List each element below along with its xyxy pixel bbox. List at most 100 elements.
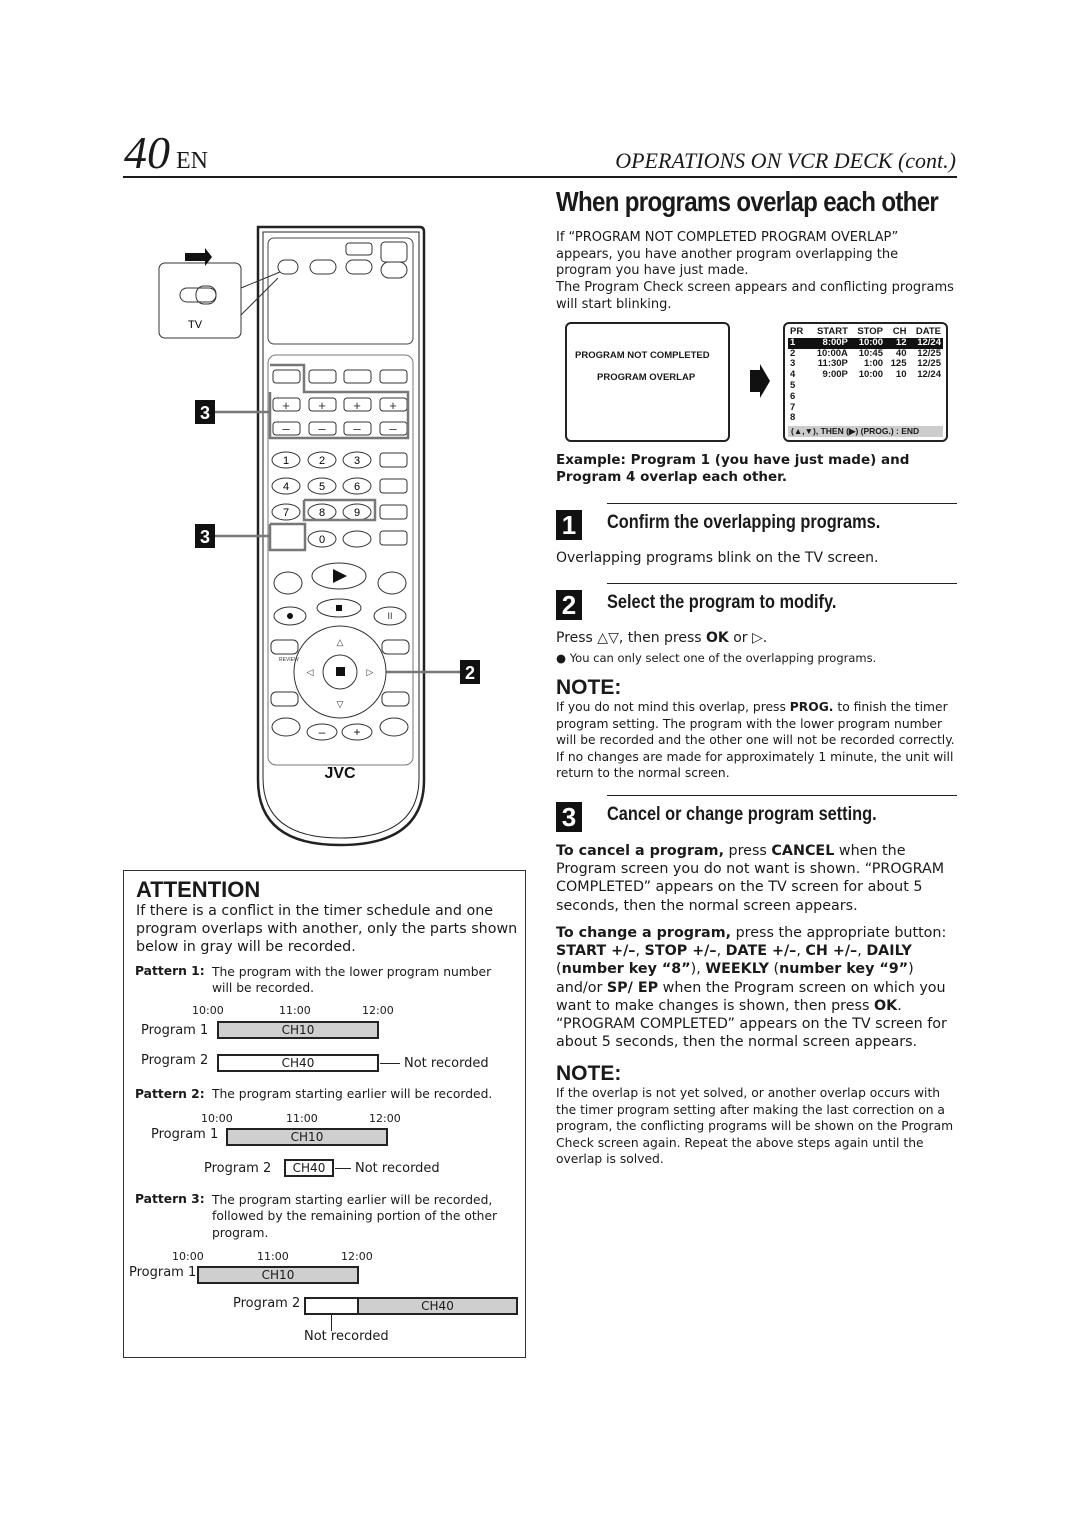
number-key-label: 6 [354,481,360,493]
text: , [716,943,726,960]
key: DATE +/– [725,943,797,960]
osd-program-row: 5 [788,380,943,392]
osd-cell [808,403,850,414]
intro-paragraph-2: The Program Check screen appears and con… [556,280,954,312]
osd-cell: 12 [885,337,909,349]
svg-text:–: – [389,421,397,436]
pattern-1-text: The program with the lower program numbe… [212,965,492,995]
osd-line-2: PROGRAM OVERLAP [597,372,696,383]
step-divider [607,503,957,504]
page-number-value: 40 [124,127,170,178]
step-divider [607,795,957,796]
program-1-label: Program 1 [141,1023,209,1038]
key: number key “9” [779,961,909,978]
osd-program-row: 4 9:00P 10:00 10 12/24 [788,369,943,381]
osd-program-row: 8 [788,413,943,424]
svg-text:–: – [353,421,361,436]
program-2-bar-not-recorded [304,1297,359,1315]
attention-heading: ATTENTION [136,877,261,902]
osd-cell [808,381,850,392]
osd-cell: 10:00 [849,337,886,349]
program-1-bar-recorded: CH10 [226,1128,388,1146]
step-3-heading: Cancel or change program setting. [607,804,877,825]
osd-cell: 12/24 [908,337,943,349]
number-key-label: 9 [354,507,360,519]
tv-screen-program-check: PR START STOP CH DATE 1 8:00P 10:00 12 12/24 2 10:… [783,322,948,442]
osd-cell [908,403,943,414]
number-key-label: 5 [319,481,325,493]
program-2-bar-not-recorded: CH40 [217,1054,379,1072]
arrow-right-icon [750,364,770,398]
program-2-label: Program 2 [204,1161,272,1176]
svg-text:–: – [318,421,326,436]
osd-cell: 10 [895,369,907,381]
time-label: 10:00 [192,1004,224,1017]
attention-box: ATTENTION If there is a conflict in the … [123,870,526,1358]
key: START +/– [556,943,636,960]
osd-cell: 1 [788,337,809,349]
note-1-text: If you do not mind this overlap, press P… [556,699,956,782]
pointer-arrow [335,1168,351,1169]
osd-cell [808,413,850,424]
step-divider [607,583,957,584]
change-instructions: To change a program, press the appropria… [556,924,956,1051]
lead: To change a program, [556,925,732,941]
osd-cell: 8 [790,412,796,424]
key: STOP +/– [644,943,717,960]
osd-cell: 10:00 [858,369,884,381]
tv-screen-overlap-message: PROGRAM NOT COMPLETED PROGRAM OVERLAP [565,322,730,442]
attention-text: If there is a conflict in the timer sche… [136,903,518,955]
svg-text:+: + [318,398,326,413]
cancel-instructions: To cancel a program, press CANCEL when t… [556,842,956,915]
step-2-heading: Select the program to modify. [607,592,837,613]
svg-text:II: II [387,611,392,621]
time-label: 10:00 [201,1112,233,1125]
section-title: OPERATIONS ON VCR DECK (cont.) [615,148,956,173]
text: or ▷. [728,630,768,646]
intro-paragraph-1: If “PROGRAM NOT COMPLETED PROGRAM OVERLA… [556,230,899,279]
page-title: When programs overlap each other [556,186,939,217]
osd-program-row: 7 [788,402,943,414]
text: If you do not mind this overlap, press [556,700,790,714]
time-label: 11:00 [286,1112,318,1125]
osd-line-1: PROGRAM NOT COMPLETED [575,350,710,361]
prog-key: PROG. [789,700,834,714]
number-key-label: 8 [319,507,325,519]
not-recorded-label: Not recorded [355,1161,440,1176]
svg-text:–: – [282,421,290,436]
note-heading: NOTE: [556,676,622,699]
osd-cell [908,413,943,424]
key: CH +/– [805,943,858,960]
time-label: 10:00 [172,1250,204,1263]
not-recorded-label: Not recorded [304,1329,389,1344]
osd-program-row: 1 8:00P 10:00 12 12/24 [788,337,943,349]
number-key-label: 3 [354,455,360,467]
program-1-bar-recorded: CH10 [197,1266,359,1284]
svg-text:+: + [389,398,397,413]
pattern-2-label: Pattern 2: [135,1087,205,1101]
text: , [635,943,645,960]
svg-text:△: △ [337,637,344,647]
step-1-body: Overlapping programs blink on the TV scr… [556,550,879,566]
osd-cell: 12/24 [917,369,941,381]
key: DAILY [866,943,912,960]
number-key-label: 7 [283,507,289,519]
osd-cell: 9:00P [822,369,848,381]
note-heading: NOTE: [556,1062,622,1085]
svg-text:+: + [282,398,290,413]
step-badge-3: 3 [556,802,582,832]
osd-cell [885,403,908,414]
number-key-label: 2 [319,455,325,467]
text: ( [768,961,780,978]
osd-program-row: 6 [788,391,943,403]
step-badge-1: 1 [556,510,582,540]
program-2-label: Program 2 [233,1296,301,1311]
svg-text:▽: ▽ [337,699,344,709]
svg-text:+: + [353,398,361,413]
text: press the appropriate button: [731,925,947,941]
osd-cell [850,381,885,392]
svg-text:◁: ◁ [307,667,314,677]
program-2-bar-not-recorded: CH40 [284,1159,334,1177]
callout-badge-3: 3 [200,403,210,423]
program-2-bar-recorded: CH40 [357,1297,518,1315]
